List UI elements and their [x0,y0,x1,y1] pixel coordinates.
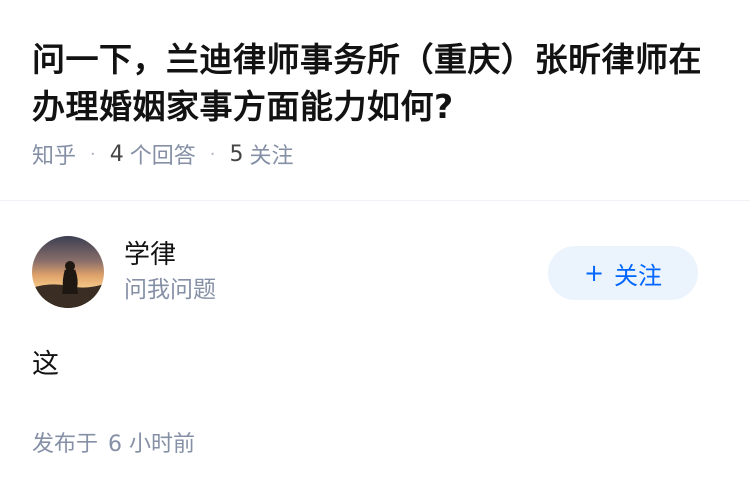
publish-prefix: 发布于 [32,432,99,457]
author-subtitle[interactable]: 问我问题 [124,274,216,306]
separator-dot: · [209,143,216,165]
question-header: 问一下，兰迪律师事务所（重庆）张昕律师在办理婚姻家事方面能力如何? 知乎 · 4… [0,0,750,170]
plus-icon: + [583,259,605,287]
source-label[interactable]: 知乎 [32,138,76,170]
section-divider [0,200,750,201]
question-meta: 知乎 · 4 个回答 · 5 关注 [32,138,718,170]
avatar[interactable] [32,236,104,308]
answer-card: 学律 问我问题 + 关注 这 发布于 6 小时前 [0,236,750,457]
publish-value: 6 小时前 [108,432,196,457]
answer-count: 4 [109,141,124,167]
avatar-image [32,236,104,308]
separator-dot: · [90,143,96,165]
author-info: 学律 问我问题 [124,238,216,306]
question-title[interactable]: 问一下，兰迪律师事务所（重庆）张昕律师在办理婚姻家事方面能力如何? [32,36,718,130]
answer-count-label: 个回答 [129,144,196,169]
follower-count-label: 关注 [249,144,294,169]
answer-content[interactable]: 这 [32,342,59,381]
follow-button[interactable]: + 关注 [548,246,698,300]
follow-button-label: 关注 [614,261,663,290]
author-name[interactable]: 学律 [124,238,216,272]
zhihu-question-page: 问一下，兰迪律师事务所（重庆）张昕律师在办理婚姻家事方面能力如何? 知乎 · 4… [0,0,750,490]
author-row: 学律 问我问题 + 关注 [0,236,750,308]
publish-time: 发布于 6 小时前 [32,426,195,458]
follower-count: 5 [229,141,244,167]
